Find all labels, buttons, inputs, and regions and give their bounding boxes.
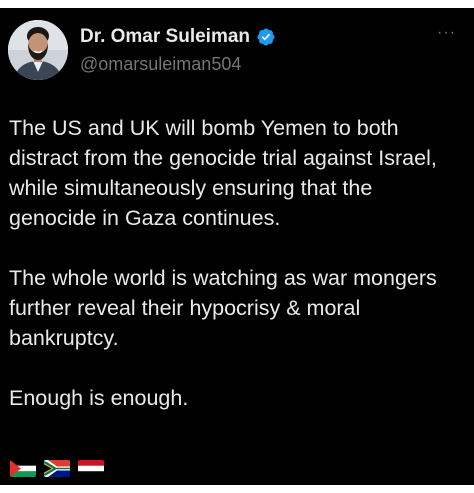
flag-emoji-row — [10, 460, 104, 477]
yemen-flag-icon — [78, 460, 104, 477]
author-display-name[interactable]: Dr. Omar Suleiman — [80, 26, 250, 48]
avatar[interactable] — [8, 20, 68, 80]
tweet-paragraph: The whole world is watching as war monge… — [9, 266, 437, 350]
more-options-icon[interactable]: ··· — [437, 24, 456, 42]
tweet-paragraph: The US and UK will bomb Yemen to both di… — [9, 116, 437, 230]
palestine-flag-icon — [10, 460, 36, 477]
south-africa-flag-icon — [44, 460, 70, 477]
verified-badge-icon — [257, 28, 275, 46]
avatar-image — [8, 20, 68, 80]
author-handle[interactable]: @omarsuleiman504 — [80, 54, 241, 75]
author-name-row: Dr. Omar Suleiman — [80, 26, 276, 48]
tweet-text: The US and UK will bomb Yemen to both di… — [9, 113, 461, 413]
tweet-paragraph: Enough is enough. — [9, 386, 189, 410]
tweet-card: Dr. Omar Suleiman @omarsuleiman504 ··· T… — [0, 8, 474, 485]
